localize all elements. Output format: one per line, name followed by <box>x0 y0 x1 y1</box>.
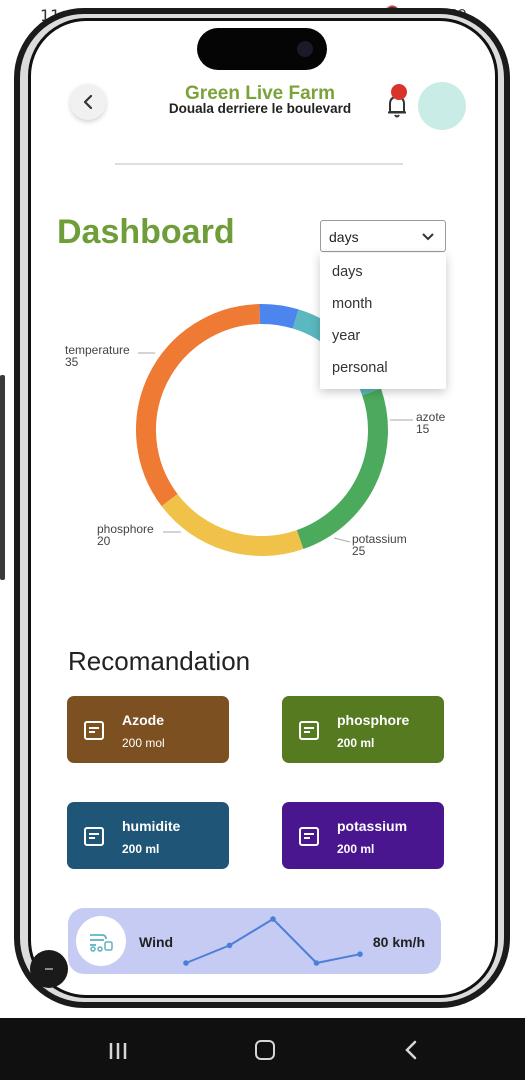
recommendation-title: Recomandation <box>68 646 251 676</box>
document-icon <box>84 721 104 740</box>
wind-trend-sparkline <box>183 916 363 966</box>
card-value: 200 ml <box>122 842 160 856</box>
farm-location: Douala derriere le boulevard <box>168 101 352 116</box>
camera-icon <box>297 41 313 57</box>
back-arrow-icon <box>83 94 93 110</box>
wind-value: 80 km/h <box>372 934 425 950</box>
period-option-month[interactable]: month <box>332 296 372 312</box>
recent-apps-icon[interactable] <box>108 1042 128 1060</box>
system-nav-bar <box>0 1018 525 1080</box>
side-edge-handle <box>0 375 5 580</box>
wind-icon <box>90 934 113 952</box>
wind-trend-point <box>270 916 276 922</box>
document-icon <box>84 827 104 846</box>
donut-slice-temperature <box>136 304 261 507</box>
recommendation-card-phosphore[interactable]: phosphore 200 ml <box>282 696 444 763</box>
wind-trend-point <box>226 942 233 949</box>
card-value: 200 mol <box>122 736 165 750</box>
wind-trend-point <box>183 960 189 966</box>
card-name: humidite <box>122 818 181 834</box>
recommendation-card-azode[interactable]: Azode 200 mol <box>67 696 229 763</box>
period-option-year[interactable]: year <box>332 328 360 344</box>
donut-slice-potassium <box>296 388 388 550</box>
wind-icon-circle <box>76 916 126 966</box>
wind-trend-point <box>357 951 363 957</box>
period-select-value: days <box>329 229 359 245</box>
chart-label-value: 35 <box>65 355 79 369</box>
back-button[interactable] <box>70 84 106 120</box>
wind-trend-line <box>185 917 361 965</box>
period-select[interactable]: days <box>320 220 446 252</box>
document-icon <box>299 827 319 846</box>
chart-label-temperature: temperature 35 <box>65 344 130 368</box>
notification-badge <box>391 84 407 100</box>
chart-leader-line <box>333 537 351 543</box>
card-value: 200 ml <box>337 736 375 750</box>
wind-trend-point <box>313 960 320 966</box>
period-dropdown-menu: days month year personal <box>320 253 446 389</box>
recommendation-card-potassium[interactable]: potassium 200 ml <box>282 802 444 869</box>
wind-label: Wind <box>139 934 174 950</box>
header-divider <box>115 163 403 165</box>
chart-label-potassium: potassium 25 <box>352 533 407 557</box>
chart-label-phosphore: phosphore 20 <box>97 523 154 547</box>
card-name: phosphore <box>337 712 410 728</box>
avatar[interactable] <box>418 82 466 130</box>
floating-assist-button[interactable] <box>30 950 68 988</box>
screen: 11:02 ▣ ✉ ··· 🔕 ◠ ▮ 69 Green Live Farm D… <box>0 0 525 1080</box>
donut-slice-other <box>259 304 299 329</box>
donut-slice-phosphore <box>161 493 304 556</box>
dynamic-island <box>197 28 327 70</box>
period-option-personal[interactable]: personal <box>332 360 388 376</box>
card-value: 200 ml <box>337 842 375 856</box>
chart-label-value: 15 <box>416 422 430 436</box>
wind-card[interactable]: Wind 80 km/h <box>68 908 441 974</box>
card-name: Azode <box>122 712 164 728</box>
period-option-days[interactable]: days <box>332 264 363 280</box>
recommendation-card-humidite[interactable]: humidite 200 ml <box>67 802 229 869</box>
chart-label-value: 20 <box>97 534 111 548</box>
document-icon <box>299 721 319 740</box>
chart-label-azote: azote 15 <box>416 411 445 435</box>
card-name: potassium <box>337 818 408 834</box>
chart-label-value: 25 <box>352 544 366 558</box>
chevron-down-icon <box>422 233 434 241</box>
system-back-icon[interactable] <box>404 1040 418 1060</box>
home-icon[interactable] <box>255 1040 275 1060</box>
page-title: Dashboard <box>57 213 235 251</box>
